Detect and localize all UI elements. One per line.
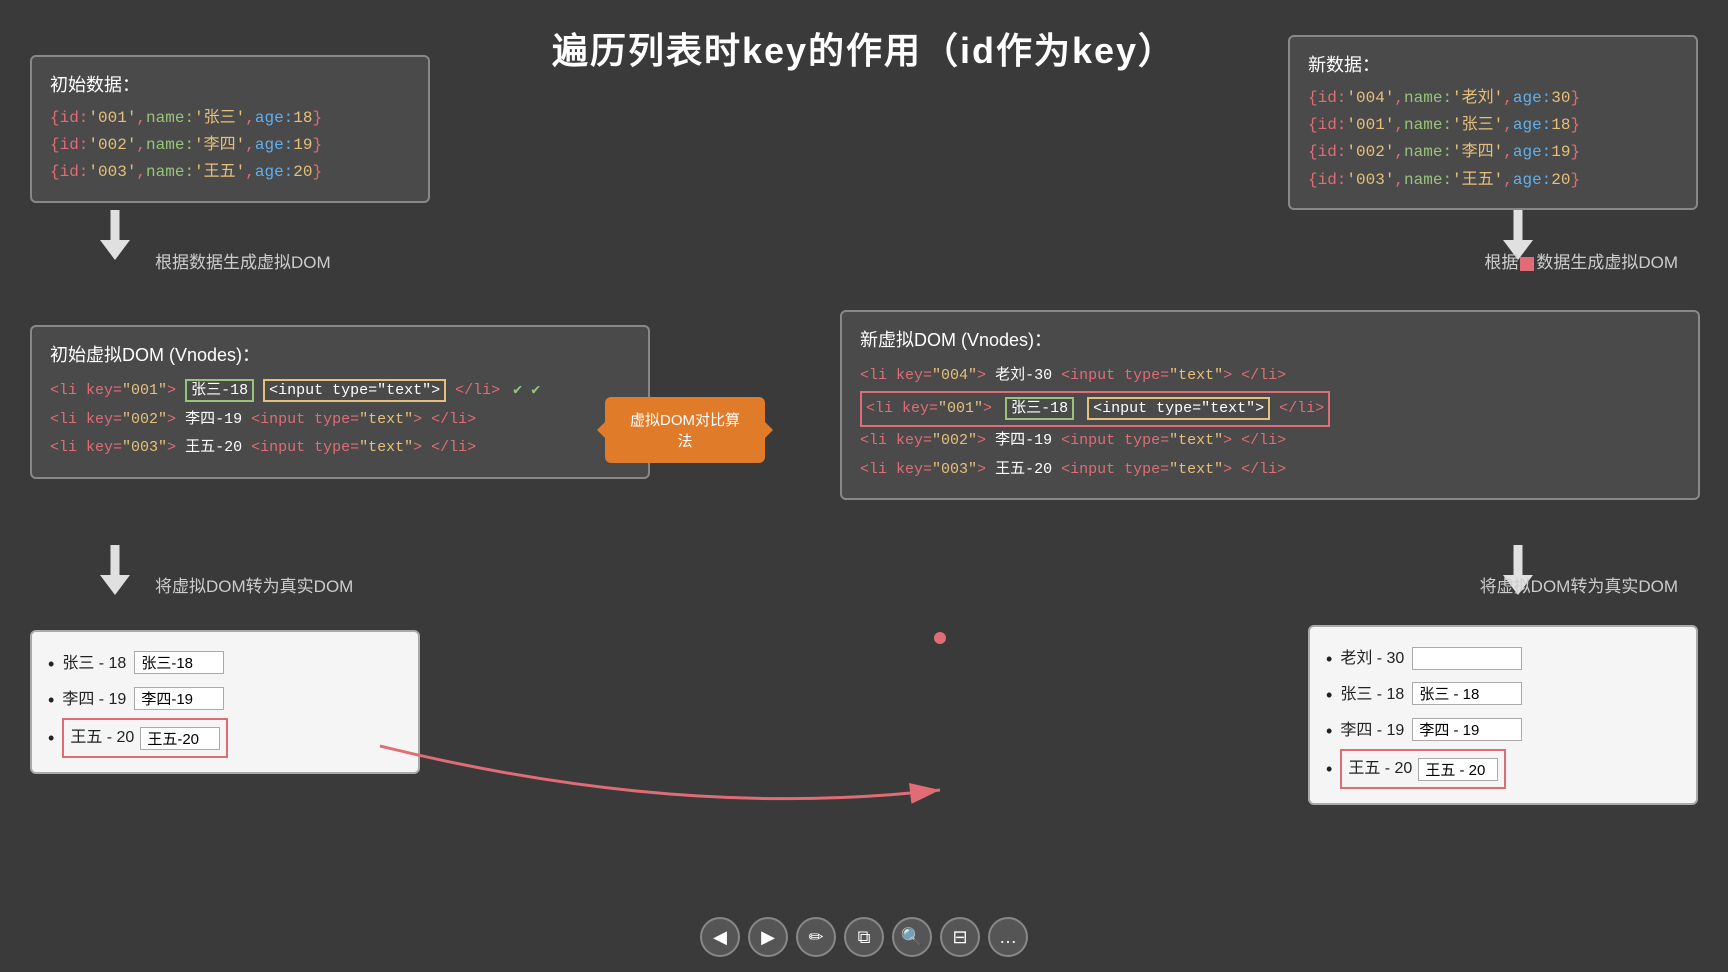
initial-real-dom-box: • 张三 - 18 • 李四 - 19 • 王五 - 20 bbox=[30, 630, 420, 774]
initial-data-box: 初始数据： {id:'001',name:'张三',age:18} {id:'0… bbox=[30, 55, 430, 203]
compare-arrow: 虚拟DOM对比算法 bbox=[600, 390, 770, 470]
next-button[interactable]: ▶ bbox=[748, 917, 788, 957]
search-button[interactable]: 🔍 bbox=[892, 917, 932, 957]
real-dom-new-line-3: • 李四 - 19 bbox=[1326, 713, 1680, 749]
bottom-bar: ◀ ▶ ✏ ⧉ 🔍 ⊟ … bbox=[0, 917, 1728, 957]
new-data-line-3: {id:'002',name:'李四',age:19} bbox=[1308, 139, 1678, 166]
vdom-new-line-1: <li key="004"> 老刘-30 <input type="text">… bbox=[860, 362, 1680, 391]
input-lisi-initial[interactable] bbox=[134, 687, 224, 710]
initial-data-label: 初始数据： bbox=[50, 71, 410, 97]
left-down-arrow-1 bbox=[100, 210, 130, 260]
left-arrow-label-2: 将虚拟DOM转为真实DOM bbox=[155, 572, 353, 597]
new-data-label: 新数据： bbox=[1308, 51, 1678, 77]
input-zhangsan-initial[interactable] bbox=[134, 651, 224, 674]
real-dom-new-line-2: • 张三 - 18 bbox=[1326, 677, 1680, 713]
input-zhangsan-new[interactable] bbox=[1412, 682, 1522, 705]
vdom-new-line-4: <li key="003"> 王五-20 <input type="text">… bbox=[860, 456, 1680, 485]
left-down-arrow-2 bbox=[100, 545, 130, 595]
initial-vdom-box: 初始虚拟DOM (Vnodes)： <li key="001"> 张三-18 <… bbox=[30, 325, 650, 479]
initial-data-line-1: {id:'001',name:'张三',age:18} bbox=[50, 105, 410, 132]
vdom-initial-line-1: <li key="001"> 张三-18 <input type="text">… bbox=[50, 377, 630, 406]
copy-button[interactable]: ⧉ bbox=[844, 917, 884, 957]
real-dom-initial-line-1: • 张三 - 18 bbox=[48, 646, 402, 682]
vdom-initial-line-2: <li key="002"> 李四-19 <input type="text">… bbox=[50, 406, 630, 435]
minus-button[interactable]: ⊟ bbox=[940, 917, 980, 957]
prev-button[interactable]: ◀ bbox=[700, 917, 740, 957]
input-wangwu-initial[interactable] bbox=[140, 727, 220, 750]
real-dom-initial-line-2: • 李四 - 19 bbox=[48, 682, 402, 718]
more-button[interactable]: … bbox=[988, 917, 1028, 957]
vdom-initial-line-3: <li key="003"> 王五-20 <input type="text">… bbox=[50, 434, 630, 463]
initial-data-line-3: {id:'003',name:'王五',age:20} bbox=[50, 159, 410, 186]
edit-button[interactable]: ✏ bbox=[796, 917, 836, 957]
new-real-dom-box: • 老刘 - 30 • 张三 - 18 • 李四 - 19 • 王五 - 20 bbox=[1308, 625, 1698, 805]
vdom-new-line-3: <li key="002"> 李四-19 <input type="text">… bbox=[860, 427, 1680, 456]
left-arrow-label-1: 根据数据生成虚拟DOM bbox=[155, 248, 331, 273]
real-dom-initial-line-3: • 王五 - 20 bbox=[48, 718, 402, 758]
input-laoliu-new[interactable] bbox=[1412, 647, 1522, 670]
new-data-box: 新数据： {id:'004',name:'老刘',age:30} {id:'00… bbox=[1288, 35, 1698, 210]
right-arrow-label-1: 根据数据生成虚拟DOM bbox=[1484, 248, 1678, 273]
compare-label: 虚拟DOM对比算法 bbox=[605, 397, 765, 463]
right-arrow-label-2: 将虚拟DOM转为真实DOM bbox=[1480, 572, 1678, 597]
input-lisi-new[interactable] bbox=[1412, 718, 1522, 741]
new-vdom-box: 新虚拟DOM (Vnodes)： <li key="004"> 老刘-30 <i… bbox=[840, 310, 1700, 500]
new-data-line-2: {id:'001',name:'张三',age:18} bbox=[1308, 112, 1678, 139]
input-wangwu-new[interactable] bbox=[1418, 758, 1498, 781]
initial-data-line-2: {id:'002',name:'李四',age:19} bbox=[50, 132, 410, 159]
real-dom-new-line-4: • 王五 - 20 bbox=[1326, 749, 1680, 789]
new-data-line-4: {id:'003',name:'王五',age:20} bbox=[1308, 167, 1678, 194]
real-dom-new-line-1: • 老刘 - 30 bbox=[1326, 641, 1680, 677]
new-vdom-label: 新虚拟DOM (Vnodes)： bbox=[860, 326, 1680, 352]
vdom-new-line-2: <li key="001"> 张三-18 <input type="text">… bbox=[860, 391, 1330, 428]
initial-vdom-label: 初始虚拟DOM (Vnodes)： bbox=[50, 341, 630, 367]
new-data-line-1: {id:'004',name:'老刘',age:30} bbox=[1308, 85, 1678, 112]
